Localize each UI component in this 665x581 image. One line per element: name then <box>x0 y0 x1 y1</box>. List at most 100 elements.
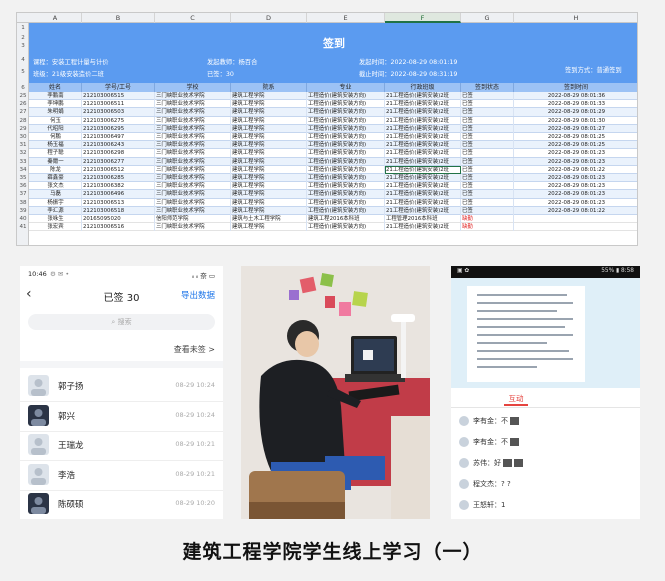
table-cell[interactable]: 建筑工程学院 <box>231 116 307 125</box>
table-cell[interactable]: 已签 <box>461 174 514 182</box>
table-cell[interactable]: 2022-08-29 08:01:22 <box>514 207 637 215</box>
table-cell[interactable]: 张文杰 <box>29 182 82 191</box>
row-number[interactable]: 34 <box>17 167 29 173</box>
table-row[interactable]: 程子聪 212103006298 三门峡职业技术学院 建筑工程学院 工程造价(建筑安装方… <box>29 149 637 158</box>
student-list-item[interactable]: 王瑞龙 08-29 10:21 <box>20 429 223 461</box>
table-cell[interactable]: 已签 <box>461 165 514 174</box>
table-cell[interactable]: 工程造价(建筑安装方向) <box>307 141 385 150</box>
table-cell[interactable]: 建筑工程学院 <box>231 198 307 207</box>
header-cell[interactable]: 学号/工号 <box>82 83 155 92</box>
table-row[interactable]: 何玉 212103006275 三门峡职业技术学院 建筑工程学院 工程造价(建筑安装方向… <box>29 116 637 125</box>
table-cell[interactable]: 工程造价(建筑安装方向) <box>307 190 385 199</box>
table-cell[interactable]: 代昭阳 <box>29 124 82 133</box>
table-cell[interactable]: 21工程造价(建筑安装)2班 <box>385 133 461 141</box>
table-row[interactable]: 马磊 212103006496 三门峡职业技术学院 建筑工程学院 工程造价(建筑安装方向… <box>29 190 637 199</box>
row-number[interactable]: 31 <box>17 142 29 148</box>
row-number[interactable]: 2 <box>17 35 29 41</box>
table-cell[interactable]: 21工程造价(建筑安装)2班 <box>385 100 461 109</box>
table-cell[interactable]: 建筑工程学院 <box>231 108 307 117</box>
table-cell[interactable]: 21工程造价(建筑安装)2班 <box>385 206 461 215</box>
export-data-button[interactable]: 导出数据 <box>181 289 215 301</box>
table-cell[interactable]: 212103006515 <box>82 92 155 100</box>
table-cell[interactable]: 张宏宾 <box>29 223 82 232</box>
table-row[interactable]: 何鹏 212103006497 三门峡职业技术学院 建筑工程学院 工程造价(建筑安装方向… <box>29 133 637 142</box>
table-cell[interactable]: 工程管理2016本科班 <box>385 215 461 223</box>
column-header-e[interactable]: E <box>307 13 385 23</box>
table-cell[interactable]: 建筑工程学院 <box>231 165 307 174</box>
table-cell[interactable]: 建筑工程学院 <box>231 141 307 150</box>
table-cell[interactable]: 三门峡职业技术学院 <box>155 133 231 141</box>
row-number[interactable]: 5 <box>17 69 29 75</box>
table-cell[interactable]: 李坤鹏 <box>29 100 82 109</box>
table-cell[interactable]: 21工程造价(建筑安装)2班 <box>385 157 461 166</box>
table-cell[interactable]: 朱明娟 <box>29 108 82 117</box>
table-cell[interactable]: 2022-08-29 08:01:23 <box>514 182 637 190</box>
table-cell[interactable]: 已签 <box>461 206 514 215</box>
table-row[interactable]: 薛鑫豪 212103006285 三门峡职业技术学院 建筑工程学院 工程造价(建筑安装方… <box>29 174 637 183</box>
table-cell[interactable]: 2022-08-29 08:01:23 <box>514 158 637 166</box>
table-cell[interactable]: 杨玉福 <box>29 141 82 150</box>
table-cell[interactable]: 三门峡职业技术学院 <box>155 182 231 191</box>
table-row[interactable]: 杨玉福 212103006243 三门峡职业技术学院 建筑工程学院 工程造价(建筑安装方… <box>29 141 637 150</box>
table-cell[interactable]: 建筑与土木工程学院 <box>231 215 307 223</box>
table-cell[interactable]: 建筑工程学院 <box>231 124 307 133</box>
table-cell[interactable]: 三门峡职业技术学院 <box>155 100 231 109</box>
row-number[interactable]: 1 <box>17 25 29 31</box>
table-cell[interactable]: 已签 <box>461 198 514 207</box>
header-cell[interactable]: 姓名 <box>29 83 82 92</box>
column-header-b[interactable]: B <box>82 13 155 23</box>
table-cell[interactable]: 212103006285 <box>82 174 155 182</box>
table-cell[interactable]: 缺勤 <box>461 223 514 232</box>
table-cell[interactable]: 21工程造价(建筑安装)2班 <box>385 198 461 207</box>
table-cell[interactable]: 工程造价(建筑安装方向) <box>307 157 385 166</box>
table-cell[interactable]: 212103006511 <box>82 100 155 109</box>
table-cell[interactable]: 三门峡职业技术学院 <box>155 124 231 133</box>
table-cell[interactable]: 212103006243 <box>82 141 155 150</box>
table-cell[interactable]: 工程造价(建筑安装方向) <box>307 206 385 215</box>
column-header-a[interactable]: A <box>29 13 82 23</box>
table-cell[interactable]: 李汇源 <box>29 206 82 215</box>
table-cell[interactable]: 建筑工程学院 <box>231 157 307 166</box>
table-cell[interactable]: 212103006513 <box>82 198 155 207</box>
table-cell[interactable]: 三门峡职业技术学院 <box>155 206 231 215</box>
table-cell[interactable]: 已签 <box>461 92 514 100</box>
table-cell[interactable]: 2022-08-29 08:01:25 <box>514 141 637 149</box>
row-number[interactable]: 36 <box>17 183 29 189</box>
table-cell[interactable]: 2022-08-29 08:01:30 <box>514 117 637 125</box>
row-number[interactable]: 30 <box>17 134 29 140</box>
table-cell[interactable]: 工程造价(建筑安装方向) <box>307 165 385 174</box>
table-cell[interactable]: 三门峡职业技术学院 <box>155 141 231 150</box>
table-cell[interactable]: 已签 <box>461 182 514 191</box>
column-header-c[interactable]: C <box>155 13 231 23</box>
table-cell[interactable]: 张咏生 <box>29 215 82 223</box>
table-cell[interactable]: 三门峡职业技术学院 <box>155 198 231 207</box>
table-cell[interactable]: 2022-08-29 08:01:29 <box>514 108 637 116</box>
row-number[interactable]: 27 <box>17 109 29 115</box>
table-cell[interactable]: 马磊 <box>29 190 82 199</box>
column-header-f[interactable]: F <box>385 13 461 23</box>
table-cell[interactable]: 已签 <box>461 124 514 133</box>
table-cell[interactable]: 21工程造价(建筑安装)2班 <box>385 174 461 182</box>
table-cell[interactable]: 工程造价(建筑安装方向) <box>307 124 385 133</box>
table-cell[interactable]: 212103006518 <box>82 206 155 215</box>
header-cell[interactable]: 院系 <box>231 83 307 92</box>
table-cell[interactable]: 工程造价(建筑安装方向) <box>307 174 385 182</box>
table-cell[interactable]: 工程造价(建筑安装方向) <box>307 108 385 117</box>
row-number[interactable]: 38 <box>17 200 29 206</box>
row-number[interactable]: 41 <box>17 224 29 230</box>
table-cell[interactable]: 工程造价(建筑安装方向) <box>307 198 385 207</box>
row-number[interactable]: 26 <box>17 101 29 107</box>
table-row[interactable]: 代昭阳 212103006295 三门峡职业技术学院 建筑工程学院 工程造价(建筑安装方… <box>29 124 637 133</box>
lesson-document[interactable] <box>451 278 640 388</box>
table-cell[interactable]: 工程造价(建筑安装方向) <box>307 100 385 109</box>
table-cell[interactable]: 21工程造价(建筑安装)2班 <box>385 149 461 158</box>
table-cell[interactable]: 工程造价(建筑安装方向) <box>307 92 385 100</box>
table-cell[interactable] <box>514 215 637 223</box>
table-cell[interactable]: 已签 <box>461 108 514 117</box>
table-cell[interactable]: 三门峡职业技术学院 <box>155 190 231 199</box>
table-row[interactable]: 李坤鹏 212103006511 三门峡职业技术学院 建筑工程学院 工程造价(建筑安装方… <box>29 100 637 109</box>
table-cell[interactable]: 程子聪 <box>29 149 82 158</box>
table-cell[interactable]: 三门峡职业技术学院 <box>155 108 231 117</box>
table-cell[interactable]: 工程造价(建筑安装方向) <box>307 133 385 141</box>
table-cell[interactable]: 何玉 <box>29 116 82 125</box>
